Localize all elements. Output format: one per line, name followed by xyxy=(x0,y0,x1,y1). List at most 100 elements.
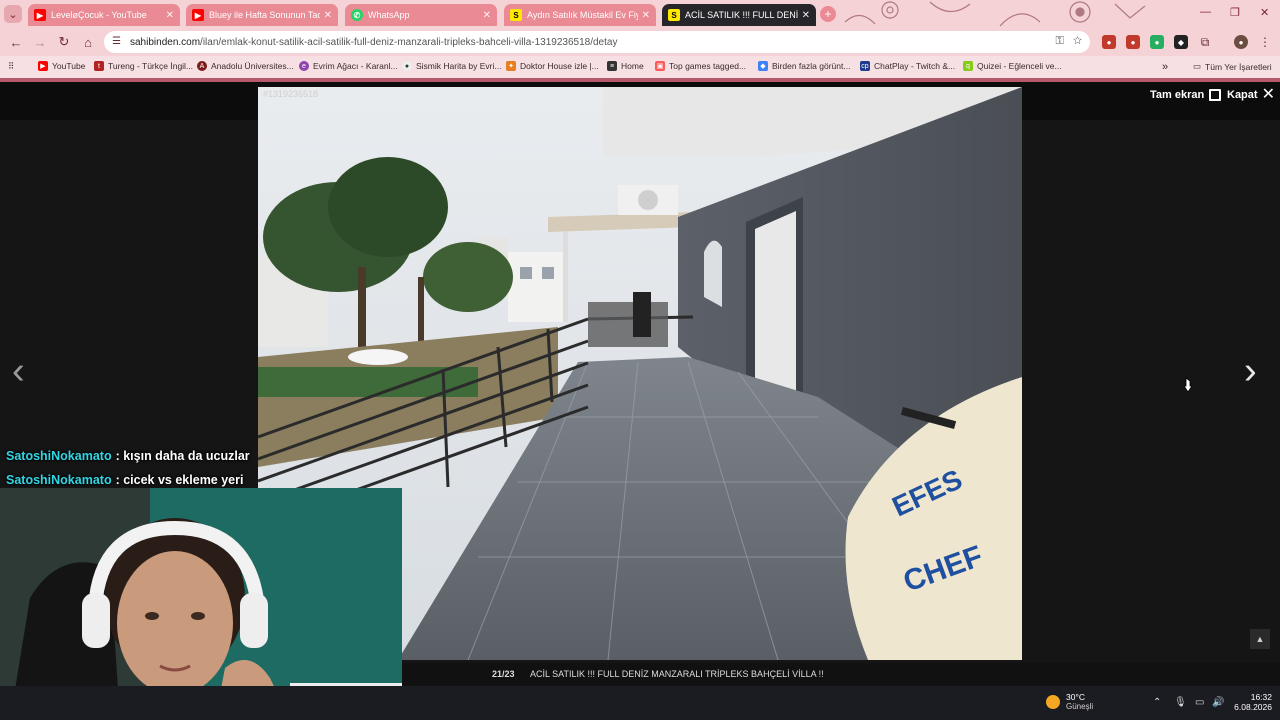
theme-doodle-decoration xyxy=(844,1,1146,27)
url-domain: sahibinden.com xyxy=(130,36,201,48)
tab-youtube-bluey[interactable]: ▶ Bluey ile Hafta Sonunun Tadını ✕ xyxy=(186,4,338,26)
key-icon[interactable]: ⚿ xyxy=(1055,35,1063,47)
bookmarks-bar: ⠿ ▶ YouTube t Tureng - Türkçe İngil... A An… xyxy=(0,56,1280,78)
youtube-icon: ▶ xyxy=(34,9,46,21)
extension-icon[interactable]: ● xyxy=(1150,35,1164,49)
bookmark-quizei[interactable]: q Quizei - Eğlenceli ve... xyxy=(963,61,1062,71)
tab-title: Aydın Satılık Müstakil Ev Fiyatları xyxy=(527,10,638,20)
quizei-icon: q xyxy=(963,61,973,71)
close-icon: ✕ xyxy=(1261,86,1275,103)
sahibinden-icon: S xyxy=(510,9,522,21)
temperature: 30°C xyxy=(1066,692,1085,702)
doktor-icon: ✦ xyxy=(506,61,516,71)
system-clock[interactable]: 16:32 6.08.2026 xyxy=(1228,692,1272,712)
reload-icon[interactable]: ↻ xyxy=(56,34,72,50)
bookmark-doktor[interactable]: ✦ Doktor House izle |... xyxy=(506,61,599,71)
tab-title: WhatsApp xyxy=(368,10,410,20)
all-bookmarks-folder[interactable]: ▭ Tüm Yer İşaretleri xyxy=(1193,61,1272,72)
scroll-top-button[interactable]: ▲ xyxy=(1250,629,1270,649)
bookmark-label: Top games tagged... xyxy=(669,61,747,71)
stream-chat: SatoshiNokamato : kışın daha da ucuzlar … xyxy=(6,444,250,492)
forward-arrow-icon[interactable]: → xyxy=(32,34,48,50)
bookmark-birden[interactable]: ◆ Birden fazla görünt... xyxy=(758,61,850,71)
youtube-icon: ▶ xyxy=(38,61,48,71)
apps-grid-icon[interactable]: ⠿ xyxy=(8,61,14,72)
close-tab-icon[interactable]: ✕ xyxy=(642,10,650,21)
bookmark-label: YouTube xyxy=(52,61,86,71)
minimize-icon[interactable]: — xyxy=(1200,6,1211,18)
microphone-icon[interactable]: 🎙 xyxy=(1174,697,1187,708)
tab-title: Bluey ile Hafta Sonunun Tadını xyxy=(209,10,320,20)
clock-time: 16:32 xyxy=(1250,692,1272,702)
tray-chevron-icon[interactable]: ⌃ xyxy=(1153,697,1161,708)
bookmark-youtube[interactable]: ▶ YouTube xyxy=(38,61,85,71)
window-close-icon[interactable]: ✕ xyxy=(1260,6,1269,19)
chat-username: SatoshiNokamato xyxy=(6,473,112,487)
bookmark-label: Evrim Ağacı - Karanl... xyxy=(313,61,398,71)
bookmark-label: ChatPlay - Twitch &... xyxy=(874,61,956,71)
fullscreen-label: Tam ekran xyxy=(1150,89,1205,101)
tab-whatsapp[interactable]: ✆ WhatsApp ✕ xyxy=(345,4,497,26)
bookmark-sismik[interactable]: ● Sismik Harita by Evri... xyxy=(402,61,502,71)
bookmark-label: Birden fazla görünt... xyxy=(772,61,851,71)
sun-icon xyxy=(1046,694,1060,709)
mouse-cursor-icon xyxy=(1183,377,1193,393)
close-tab-icon[interactable]: ✕ xyxy=(802,10,810,21)
close-tab-icon[interactable]: ✕ xyxy=(166,10,174,21)
bookmark-anadolu[interactable]: A Anadolu Üniversites... xyxy=(197,61,294,71)
close-tab-icon[interactable]: ✕ xyxy=(324,10,332,21)
back-arrow-icon[interactable]: ← xyxy=(8,34,24,50)
bookmark-tureng[interactable]: t Tureng - Türkçe İngil... xyxy=(94,61,193,71)
bookmark-evrim[interactable]: e Evrim Ağacı - Karanl... xyxy=(299,61,398,71)
previous-photo-arrow[interactable]: ‹ xyxy=(12,350,25,393)
address-bar[interactable]: ☰ sahibinden.com/ilan/emlak-konut-satili… xyxy=(104,31,1090,53)
fullscreen-button[interactable]: Tam ekran xyxy=(1150,89,1222,101)
bookmark-home[interactable]: ≡ Home xyxy=(607,61,644,71)
more-bookmarks-icon[interactable]: » xyxy=(1162,61,1168,73)
maximize-icon[interactable]: ❐ xyxy=(1230,6,1240,19)
close-tab-icon[interactable]: ✕ xyxy=(483,10,491,21)
profile-avatar[interactable]: ● xyxy=(1234,35,1248,49)
youtube-icon: ▶ xyxy=(192,9,204,21)
bookmark-star-icon[interactable]: ☆ xyxy=(1073,35,1082,47)
chatplay-icon: cp xyxy=(860,61,870,71)
photo-id: #1319236518 xyxy=(263,89,319,99)
new-tab-button[interactable]: + xyxy=(820,6,836,22)
whatsapp-icon: ✆ xyxy=(351,9,363,21)
tab-title: ACİL SATILIK !!! FULL DENİZ MA xyxy=(685,10,798,20)
evrim-icon: e xyxy=(299,61,309,71)
home-icon[interactable]: ⌂ xyxy=(80,34,96,50)
tab-search-button[interactable]: ⌄ xyxy=(4,5,22,23)
bookmark-label: Tureng - Türkçe İngil... xyxy=(108,61,194,71)
bookmark-label: Anadolu Üniversites... xyxy=(211,61,294,71)
menu-dots-icon[interactable]: ⋮ xyxy=(1258,35,1272,49)
bookmark-label: Quizei - Eğlenceli ve... xyxy=(977,61,1062,71)
tab-youtube-levelcocuk[interactable]: ▶ LeveløÇocuk - YouTube ✕ xyxy=(28,4,180,26)
bookmark-label: Home xyxy=(621,61,644,71)
gem-icon: ◆ xyxy=(758,61,768,71)
weather-condition: Güneşli xyxy=(1066,702,1094,711)
weather-widget[interactable]: 30°C Güneşli xyxy=(1046,692,1093,711)
bookmark-itch[interactable]: ▣ Top games tagged... xyxy=(655,61,746,71)
puzzle-icon[interactable]: ⧉ xyxy=(1198,35,1212,49)
browser-tab-bar: ⌄ ▶ LeveløÇocuk - YouTube ✕ ▶ Bluey ile … xyxy=(0,0,1280,28)
extension-icon[interactable]: ● xyxy=(1102,35,1116,49)
omnibox-actions: ⚿ ☆ xyxy=(1055,35,1082,48)
volume-icon[interactable]: 🔊 xyxy=(1212,697,1224,708)
tab-acil-satilik[interactable]: S ACİL SATILIK !!! FULL DENİZ MA ✕ xyxy=(662,4,816,26)
display-icon[interactable]: ▭ xyxy=(1195,697,1204,708)
extension-icon[interactable]: ● xyxy=(1126,35,1140,49)
close-viewer-button[interactable]: Kapat ✕ xyxy=(1227,86,1275,103)
site-info-icon[interactable]: ☰ xyxy=(112,36,124,48)
tab-aydin-satilik[interactable]: S Aydın Satılık Müstakil Ev Fiyatları ✕ xyxy=(504,4,656,26)
extension-icon[interactable]: ◆ xyxy=(1174,35,1188,49)
chat-text: : cicek vs ekleme yeri xyxy=(115,473,244,487)
chat-message: SatoshiNokamato : kışın daha da ucuzlar xyxy=(6,444,250,468)
home-icon: ≡ xyxy=(607,61,617,71)
bookmark-label: Doktor House izle |... xyxy=(520,61,599,71)
chat-username: SatoshiNokamato xyxy=(6,449,112,463)
browser-toolbar: ← → ↻ ⌂ ☰ sahibinden.com/ilan/emlak-konu… xyxy=(0,28,1280,56)
bookmark-chatplay[interactable]: cp ChatPlay - Twitch &... xyxy=(860,61,955,71)
folder-icon: ▭ xyxy=(1193,61,1202,71)
next-photo-arrow[interactable]: › xyxy=(1244,350,1257,393)
